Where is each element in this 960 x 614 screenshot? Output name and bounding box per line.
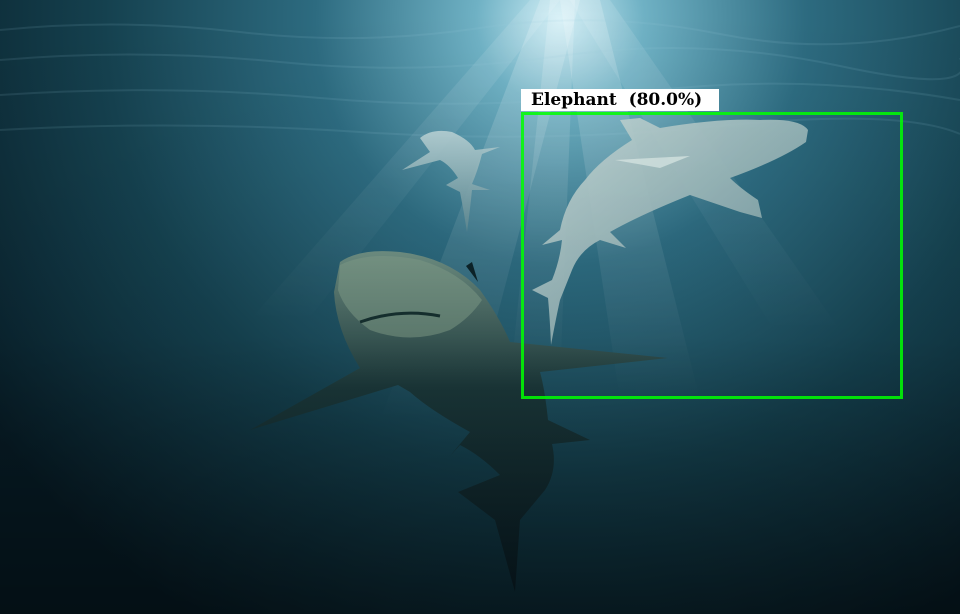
detection-score: (80.0%)	[628, 90, 703, 110]
detection-label: Elephant (80.0%)	[521, 89, 719, 111]
annotated-image: Elephant (80.0%)	[0, 0, 960, 614]
detection-box	[521, 112, 903, 399]
detection-class-name: Elephant	[531, 90, 617, 110]
